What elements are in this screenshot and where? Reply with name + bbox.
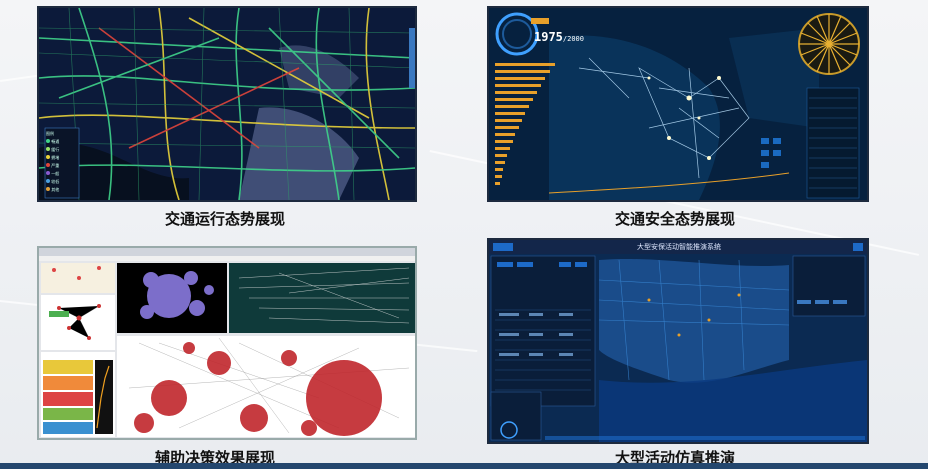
traffic-operation-map [39,8,415,200]
legend-swatch [46,163,50,167]
legend-swatch [46,179,50,183]
legend-swatch [46,171,50,175]
large-event-map [489,240,867,442]
traffic-safety-caption: 交通安全态势展现 [614,210,735,228]
legend-label: 严重 [51,163,60,168]
legend-label: 缓行 [51,147,60,152]
large-event-title: 大型安保活动智能推演系统 [637,243,721,251]
legend-item: 拥堵 [46,154,78,162]
legend-item: 缓行 [46,146,78,154]
traffic-operation-caption: 交通运行态势展现 [164,210,285,228]
legend-swatch [46,155,50,159]
traffic-safety-panel: 1975/2000 [487,6,869,202]
legend-swatch [46,147,50,151]
legend-swatch [46,139,50,143]
legend-label: 一般 [51,171,60,176]
counter-value: 1975 [534,30,563,44]
legend-label: 畅通 [51,139,60,144]
legend-item: 严重 [46,162,78,170]
legend-item: 其他 [46,186,78,194]
legend-title: 图例 [46,131,54,136]
counter-total: /2000 [562,35,584,43]
bottom-accent-bar [0,463,928,469]
legend-label: 其他 [51,187,60,192]
traffic-operation-panel: 图例 畅通 缓行 拥堵 严重 一般 较低 其他 [37,6,417,202]
legend-label: 较低 [51,179,60,184]
safety-counter: 1975/2000 [534,26,584,45]
legend-swatch [46,187,50,191]
legend: 图例 畅通 缓行 拥堵 严重 一般 较低 其他 [46,130,78,194]
legend-item: 畅通 [46,138,78,146]
large-event-panel: 大型安保活动智能推演系统 [487,238,869,444]
legend-label: 拥堵 [51,155,60,160]
decision-support-window [39,248,415,438]
legend-item: 较低 [46,178,78,186]
decision-support-panel [37,246,417,440]
legend-item: 一般 [46,170,78,178]
